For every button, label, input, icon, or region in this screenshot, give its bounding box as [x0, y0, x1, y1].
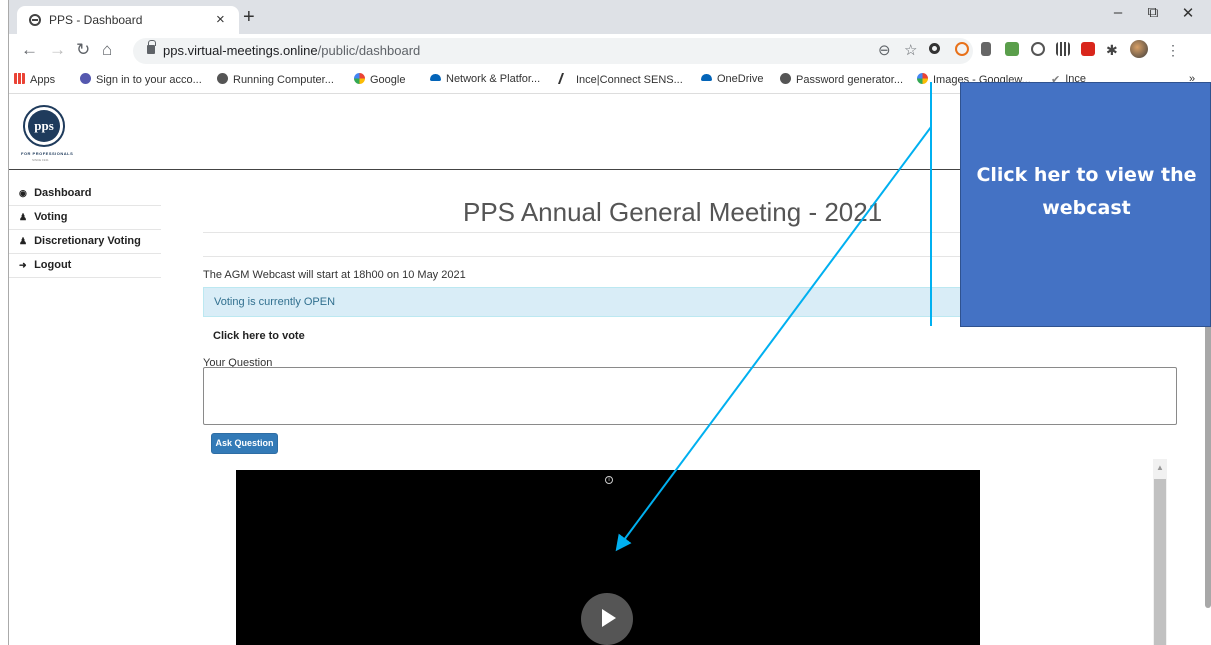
- new-tab-button[interactable]: +: [243, 6, 255, 29]
- bookmark-item[interactable]: Google: [354, 73, 405, 86]
- zoom-icon[interactable]: ⊖: [878, 41, 891, 59]
- minimize-button[interactable]: –: [1103, 4, 1133, 21]
- extension-shield-icon[interactable]: [981, 42, 991, 56]
- users-icon: ♟: [19, 236, 28, 246]
- browser-window: PPS - Dashboard × + – ⧉ ✕ ← → ↻ ⌂ pps.vi…: [8, 0, 1211, 645]
- profile-avatar-icon[interactable]: [1130, 40, 1148, 58]
- scroll-up-icon[interactable]: ▲: [1156, 463, 1164, 472]
- logout-icon: ➜: [19, 260, 27, 270]
- bookmark-item[interactable]: OneDrive: [701, 73, 763, 85]
- sidebar-nav: ◉ Dashboard ♟ Voting ♟ Discretionary Vot…: [9, 182, 161, 278]
- extensions-puzzle-icon[interactable]: ✱: [1106, 42, 1118, 59]
- extension-orange-icon[interactable]: [955, 42, 969, 56]
- globe-icon: [217, 73, 228, 84]
- url-text: pps.virtual-meetings.online/public/dashb…: [163, 43, 421, 58]
- sidebar-item-dashboard[interactable]: ◉ Dashboard: [9, 182, 161, 206]
- logo-since: SINCE 1941: [32, 158, 49, 162]
- logo-subtitle: FOR PROFESSIONALS: [21, 151, 74, 156]
- onedrive-icon: [701, 74, 712, 81]
- tab-title: PPS - Dashboard: [49, 13, 143, 27]
- play-icon[interactable]: [581, 593, 633, 645]
- video-scrollbar-thumb[interactable]: [1154, 479, 1166, 645]
- reload-icon[interactable]: ↻: [76, 40, 90, 60]
- annotation-callout: Click her to view the webcast: [960, 82, 1211, 327]
- site-favicon-icon: [29, 14, 41, 26]
- video-scrollbar[interactable]: ▲: [1153, 459, 1167, 645]
- page-title: PPS Annual General Meeting - 2021: [463, 197, 883, 227]
- extension-circle-icon[interactable]: [929, 43, 940, 54]
- restore-button[interactable]: ⧉: [1138, 4, 1168, 21]
- bookmark-item[interactable]: Sign in to your acco...: [80, 73, 202, 86]
- extension-qr-icon[interactable]: [1056, 42, 1070, 56]
- extension-gauge-icon[interactable]: [1031, 42, 1045, 56]
- bookmark-star-icon[interactable]: ☆: [904, 41, 917, 59]
- apps-grid-icon: [14, 73, 25, 84]
- info-icon[interactable]: i: [605, 476, 613, 484]
- address-bar[interactable]: pps.virtual-meetings.online/public/dashb…: [133, 38, 973, 64]
- logo-text: pps: [28, 110, 60, 142]
- bookmark-item[interactable]: Ince|Connect SENS...: [557, 73, 683, 86]
- callout-text: Click her to view the webcast: [976, 164, 1197, 219]
- webcast-video-player[interactable]: i: [236, 470, 980, 645]
- bookmark-item[interactable]: Network & Platfor...: [430, 73, 540, 85]
- menu-kebab-icon[interactable]: ⋮: [1166, 42, 1180, 59]
- bookmark-item[interactable]: Password generator...: [780, 73, 903, 86]
- dashboard-icon: ◉: [19, 188, 27, 198]
- sidebar-item-label: Dashboard: [34, 187, 92, 199]
- sidebar-item-logout[interactable]: ➜ Logout: [9, 254, 161, 278]
- question-textarea[interactable]: [203, 367, 1177, 425]
- sidebar-item-discretionary-voting[interactable]: ♟ Discretionary Voting: [9, 230, 161, 254]
- extension-pdf-icon[interactable]: [1081, 42, 1095, 56]
- home-icon[interactable]: ⌂: [102, 40, 112, 60]
- vote-link[interactable]: Click here to vote: [213, 330, 305, 342]
- google-icon: [354, 73, 365, 84]
- extension-green-icon[interactable]: [1005, 42, 1019, 56]
- google-icon: [917, 73, 928, 84]
- ask-question-button[interactable]: Ask Question: [211, 433, 278, 454]
- tab-close-icon[interactable]: ×: [216, 11, 225, 28]
- ince-icon: [557, 73, 574, 84]
- browser-tab[interactable]: PPS - Dashboard ×: [17, 6, 239, 34]
- pps-logo[interactable]: pps: [23, 105, 65, 147]
- lock-icon: [147, 40, 156, 54]
- forward-arrow-icon[interactable]: →: [49, 40, 66, 60]
- webcast-start-text: The AGM Webcast will start at 18h00 on 1…: [203, 269, 466, 281]
- sidebar-item-label: Discretionary Voting: [34, 235, 141, 247]
- bookmark-item[interactable]: Running Computer...: [217, 73, 334, 86]
- back-arrow-icon[interactable]: ←: [21, 40, 38, 60]
- voting-status-text: Voting is currently OPEN: [214, 296, 336, 308]
- sidebar-item-label: Voting: [34, 211, 68, 223]
- tab-strip: PPS - Dashboard × + – ⧉ ✕: [9, 0, 1211, 34]
- sidebar-item-label: Logout: [34, 259, 72, 271]
- sidebar-item-voting[interactable]: ♟ Voting: [9, 206, 161, 230]
- onedrive-icon: [430, 74, 441, 81]
- user-icon: ♟: [19, 212, 28, 222]
- globe-icon: [780, 73, 791, 84]
- close-window-button[interactable]: ✕: [1173, 4, 1203, 22]
- teams-icon: [80, 73, 91, 84]
- browser-toolbar: ← → ↻ ⌂ pps.virtual-meetings.online/publ…: [9, 34, 1211, 66]
- bookmark-apps[interactable]: Apps: [14, 73, 55, 86]
